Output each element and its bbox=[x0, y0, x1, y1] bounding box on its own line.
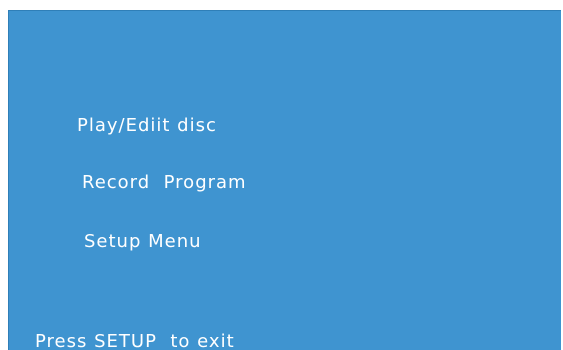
setup-screen: Play/Ediit disc Record Program Setup Men… bbox=[8, 10, 561, 350]
menu-item-record-program[interactable]: Record Program bbox=[82, 172, 247, 193]
menu-item-setup-menu[interactable]: Setup Menu bbox=[84, 231, 202, 252]
exit-hint: Press SETUP to exit bbox=[35, 331, 235, 350]
menu-item-play-edit-disc[interactable]: Play/Ediit disc bbox=[77, 115, 217, 136]
